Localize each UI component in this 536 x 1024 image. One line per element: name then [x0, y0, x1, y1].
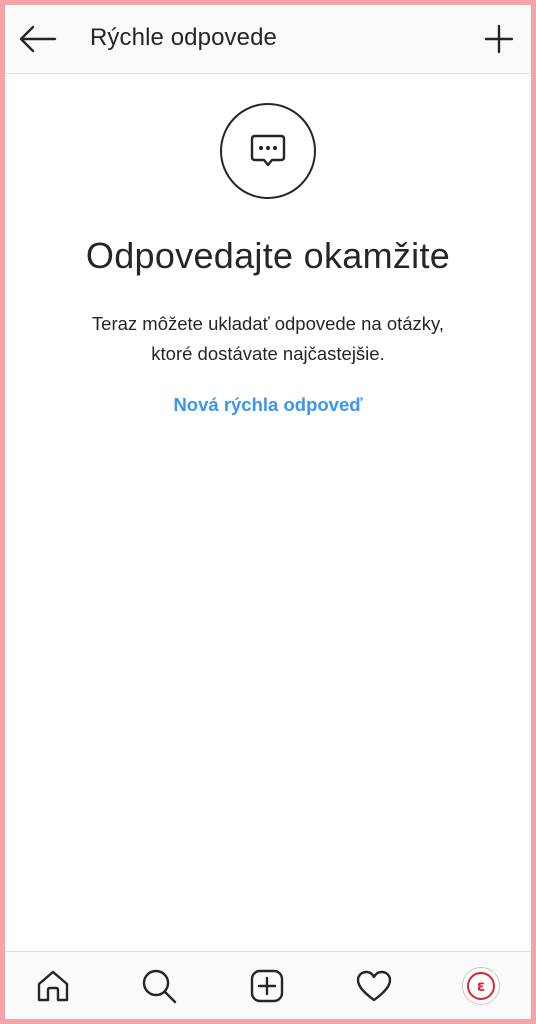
add-quick-reply-button[interactable] [479, 19, 519, 59]
nav-search[interactable] [137, 964, 181, 1008]
description-line-1: Teraz môžete ukladať odpovede na otázky, [91, 313, 445, 334]
new-quick-reply-link[interactable]: Nová rýchla odpoveď [5, 394, 531, 416]
empty-state-title: Odpovedajte okamžite [85, 235, 451, 276]
add-post-icon [250, 969, 284, 1003]
search-icon [142, 969, 177, 1004]
nav-home[interactable] [31, 964, 75, 1008]
nav-new-post[interactable] [245, 964, 289, 1008]
nav-activity[interactable] [352, 964, 396, 1008]
app-screen: Rýchle odpovede Odpovedajte okamžite Ter… [5, 5, 531, 1019]
empty-state-icon-circle [220, 103, 316, 199]
chat-bubble-ellipsis-icon [250, 134, 286, 167]
heart-icon [356, 970, 392, 1002]
plus-icon [484, 24, 514, 54]
description-line-2: ktoré dostávate najčastejšie. [151, 343, 385, 364]
avatar-logo: ε [467, 972, 495, 1000]
page-title: Rýchle odpovede [90, 24, 277, 51]
arrow-left-icon [19, 25, 57, 53]
bottom-navigation: ε [5, 951, 531, 1019]
top-bar: Rýchle odpovede [5, 5, 531, 74]
nav-profile[interactable]: ε [459, 964, 503, 1008]
empty-state-description: Teraz môžete ukladať odpovede na otázky,… [45, 309, 491, 369]
avatar: ε [462, 967, 500, 1005]
back-button[interactable] [15, 19, 59, 59]
home-icon [37, 970, 69, 1002]
